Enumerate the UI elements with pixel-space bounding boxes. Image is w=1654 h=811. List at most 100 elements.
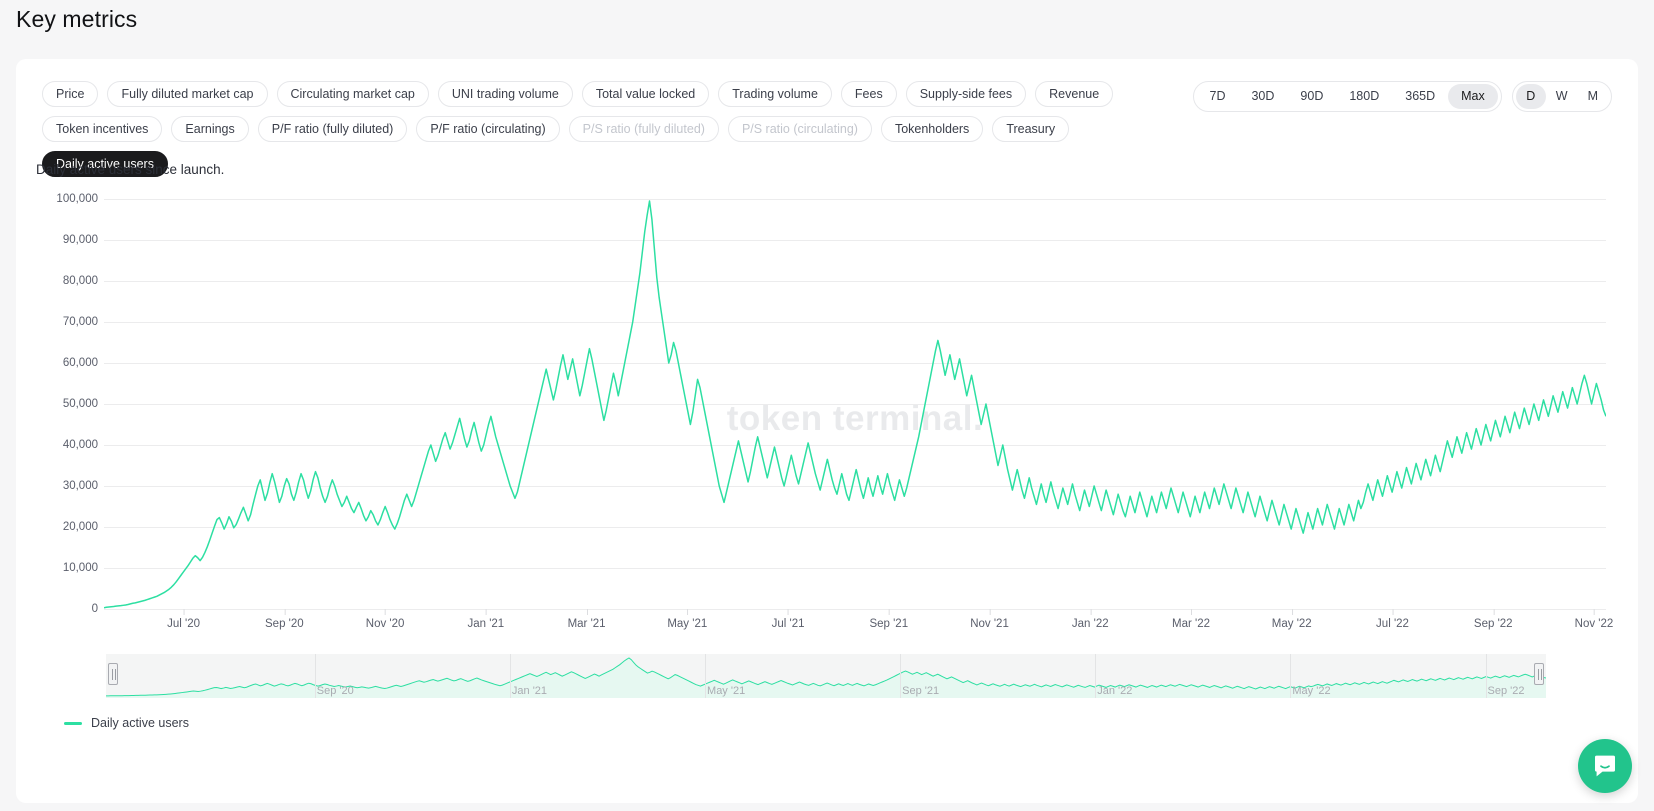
key-metrics-page: Key metrics Price Fully diluted market ca… — [0, 0, 1654, 811]
x-axis: Jul '20 Sep '20 Nov '20 Jan '21 Mar '21 May '… — [104, 609, 1613, 637]
x-axis-tick-label: Sep '22 — [1474, 609, 1513, 630]
metric-chip-total-value-locked[interactable]: Total value locked — [581, 81, 710, 107]
metric-chip-uni-trading-volume[interactable]: UNI trading volume — [437, 81, 573, 107]
x-axis-tick-mark — [989, 609, 991, 615]
x-axis-tick-mark — [1493, 609, 1495, 615]
navigator-tick-label: Sep '22 — [1487, 685, 1525, 697]
metric-chip-fees[interactable]: Fees — [840, 81, 897, 107]
y-axis-tick-label: 0 — [91, 603, 98, 615]
metric-chip-price[interactable]: Price — [42, 81, 99, 107]
range-option-max[interactable]: Max — [1448, 84, 1498, 109]
y-axis-tick-label: 70,000 — [62, 316, 98, 328]
range-option-30d[interactable]: 30D — [1238, 84, 1287, 109]
metric-chip-fully-diluted-market-cap[interactable]: Fully diluted market cap — [107, 81, 268, 107]
metric-chip-treasury[interactable]: Treasury — [992, 116, 1070, 142]
x-axis-tick-label: Jul '21 — [772, 609, 804, 630]
x-axis-tick-mark — [485, 609, 487, 615]
x-axis-tick-label: Nov '20 — [366, 609, 404, 630]
x-axis-tick-label: Sep '20 — [265, 609, 304, 630]
x-axis-tick-label: Mar '21 — [568, 609, 606, 630]
x-axis-tick-mark — [1090, 609, 1092, 615]
x-axis-tick-mark — [687, 609, 689, 615]
x-axis-tick-mark — [183, 609, 185, 615]
metric-chip-earnings[interactable]: Earnings — [171, 116, 249, 142]
metric-chip-p-f-ratio-fully-diluted[interactable]: P/F ratio (fully diluted) — [257, 116, 408, 142]
navigator-divider — [1095, 654, 1097, 698]
legend-item-daily-active-users[interactable]: Daily active users — [64, 716, 189, 730]
granularity-option-d[interactable]: D — [1515, 84, 1546, 109]
page-title: Key metrics — [16, 6, 138, 32]
y-axis-tick-label: 50,000 — [62, 398, 98, 410]
legend-swatch — [64, 721, 82, 725]
navigator-divider — [900, 654, 902, 698]
range-option-365d[interactable]: 365D — [1392, 84, 1448, 109]
x-axis-tick-label: Jan '21 — [467, 609, 504, 630]
chart-area: 0 10,000 20,000 30,000 40,000 50,000 60,000 70,… — [16, 193, 1638, 744]
x-axis-tick-mark — [1291, 609, 1293, 615]
time-range-selector[interactable]: 7D 30D 90D 180D 365D Max — [1192, 81, 1502, 112]
x-axis-tick-mark — [1392, 609, 1394, 615]
x-axis-tick-mark — [1191, 609, 1193, 615]
granularity-selector[interactable]: DWM — [1511, 81, 1612, 112]
x-axis-tick-label: Nov '21 — [970, 609, 1009, 630]
metric-chip-p-f-ratio-circulating[interactable]: P/F ratio (circulating) — [416, 116, 560, 142]
x-axis-tick-mark — [788, 609, 790, 615]
chart-subtitle: Daily active users since launch. — [36, 162, 225, 177]
metric-chip-revenue[interactable]: Revenue — [1035, 81, 1114, 107]
x-axis-tick-mark — [586, 609, 588, 615]
navigator-handle-right[interactable] — [1533, 663, 1544, 685]
plot-area[interactable]: token terminal. — [104, 199, 1606, 610]
x-axis-tick-label: Jan '22 — [1072, 609, 1109, 630]
metric-chip-supply-side-fees[interactable]: Supply-side fees — [905, 81, 1027, 107]
x-axis-tick-label: May '22 — [1272, 609, 1312, 630]
metric-chip-p-s-ratio-fully-diluted[interactable]: P/S ratio (fully diluted) — [568, 116, 719, 142]
x-axis-tick-label: Sep '21 — [869, 609, 908, 630]
y-axis-tick-label: 40,000 — [62, 439, 98, 451]
legend-label: Daily active users — [91, 716, 189, 730]
series-line — [104, 200, 1606, 609]
x-axis-tick-label: Nov '22 — [1575, 609, 1613, 630]
navigator-handle-left[interactable] — [108, 663, 119, 685]
y-axis: 0 10,000 20,000 30,000 40,000 50,000 60,000 70,… — [16, 193, 104, 615]
x-axis-tick-label: Jul '22 — [1376, 609, 1409, 630]
navigator-tick-label: Jan '22 — [1097, 685, 1133, 697]
x-axis-tick-label: May '21 — [667, 609, 707, 630]
metric-chip-trading-volume[interactable]: Trading volume — [718, 81, 832, 107]
chat-bubble-icon — [1595, 755, 1615, 777]
x-axis-tick-label: Mar '22 — [1172, 609, 1210, 630]
y-axis-tick-label: 100,000 — [56, 193, 98, 205]
x-axis-tick-mark — [888, 609, 890, 615]
x-axis-tick-mark — [284, 609, 286, 615]
intercom-chat-button[interactable] — [1578, 739, 1632, 793]
y-axis-tick-label: 10,000 — [62, 562, 98, 574]
navigator-divider — [705, 654, 707, 698]
range-option-7d[interactable]: 7D — [1197, 84, 1239, 109]
navigator-tick-label: Sep '21 — [902, 685, 940, 697]
navigator-divider — [314, 654, 316, 698]
range-option-180d[interactable]: 180D — [1336, 84, 1392, 109]
range-option-90d[interactable]: 90D — [1287, 84, 1336, 109]
y-axis-tick-label: 90,000 — [62, 234, 98, 246]
metric-chip-p-s-ratio-circulating[interactable]: P/S ratio (circulating) — [727, 116, 872, 142]
y-axis-tick-label: 20,000 — [62, 521, 98, 533]
navigator-tick-label: Jan '21 — [511, 685, 548, 697]
navigator-divider — [509, 654, 511, 698]
navigator-divider — [1485, 654, 1487, 698]
navigator-tick-label: May '21 — [707, 685, 746, 697]
metric-chip-token-incentives[interactable]: Token incentives — [42, 116, 163, 142]
y-axis-tick-label: 80,000 — [62, 275, 98, 287]
x-axis-tick-mark — [1593, 609, 1595, 615]
navigator-tick-label: May '22 — [1292, 685, 1331, 697]
granularity-option-m[interactable]: M — [1578, 84, 1608, 109]
y-axis-tick-label: 30,000 — [62, 480, 98, 492]
metric-chip-circulating-market-cap[interactable]: Circulating market cap — [276, 81, 429, 107]
series-daily-active-users — [104, 200, 1606, 609]
metric-chip-tokenholders[interactable]: Tokenholders — [880, 116, 984, 142]
granularity-option-w[interactable]: W — [1546, 84, 1578, 109]
navigator-divider — [1290, 654, 1292, 698]
range-navigator[interactable]: Sep '20 Jan '21 May '21 Sep '21 Jan '22 May '… — [106, 654, 1546, 698]
x-axis-tick-mark — [385, 609, 387, 615]
y-axis-tick-label: 60,000 — [62, 357, 98, 369]
chart-controls: 7D 30D 90D 180D 365D Max DWM — [1192, 81, 1612, 112]
x-axis-tick-label: Jul '20 — [167, 609, 200, 630]
